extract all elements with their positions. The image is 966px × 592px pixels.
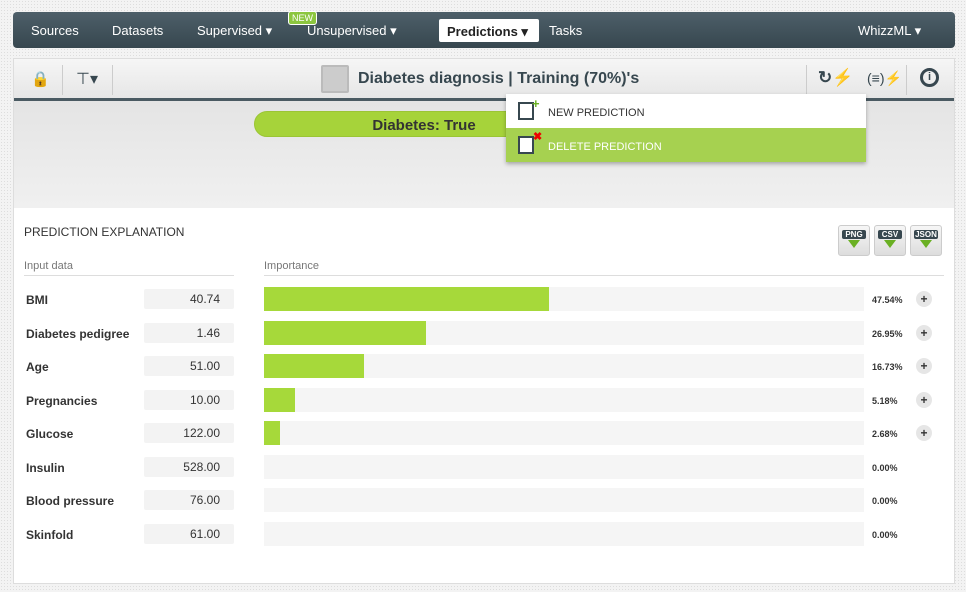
prediction-dropdown-menu: + NEW PREDICTION ✖ DELETE PREDICTION xyxy=(506,94,866,162)
importance-bar xyxy=(264,287,550,311)
field-name: Diabetes pedigree xyxy=(26,326,130,341)
field-name: Age xyxy=(26,360,49,374)
importance-track xyxy=(264,488,864,512)
table-row: Insulin 528.00 0.00% xyxy=(14,454,956,479)
importance-percent: 47.54% xyxy=(872,295,903,305)
importance-track xyxy=(264,354,864,378)
field-name: Pregnancies xyxy=(26,393,98,408)
importance-track xyxy=(264,320,864,345)
nav-datasets[interactable]: Datasets xyxy=(112,23,163,38)
download-png-button[interactable]: PNG xyxy=(838,225,870,256)
expand-button[interactable]: + xyxy=(916,425,932,441)
table-row: Skinfold 61.00 0.00% xyxy=(14,521,956,546)
field-value: 40.74 xyxy=(144,289,234,309)
importance-percent: 5.18% xyxy=(872,395,898,406)
lock-icon[interactable]: 🔒 xyxy=(31,70,50,88)
field-name: Blood pressure xyxy=(26,494,115,508)
nav-unsupervised[interactable]: Unsupervised ▾ xyxy=(307,23,397,39)
expand-button[interactable]: + xyxy=(916,324,932,341)
importance-header: Importance xyxy=(264,260,320,272)
prediction-icon xyxy=(321,65,349,93)
nav-predictions[interactable]: Predictions ▾ xyxy=(439,19,539,42)
importance-track xyxy=(264,521,864,546)
download-csv-button[interactable]: CSV xyxy=(874,225,906,256)
field-value: 51.00 xyxy=(144,356,234,376)
importance-track xyxy=(264,287,864,311)
top-nav: Sources Datasets Supervised ▾ NEW Unsupe… xyxy=(13,11,955,48)
info-icon[interactable]: i xyxy=(920,68,939,87)
field-value: 76.00 xyxy=(144,490,234,510)
importance-track xyxy=(264,421,864,445)
expand-button[interactable]: + xyxy=(916,358,932,374)
download-json-button[interactable]: JSON xyxy=(910,225,942,256)
importance-track xyxy=(264,454,864,479)
table-row: Glucose 122.00 2.68% + xyxy=(14,421,956,445)
explanation-title: PREDICTION EXPLANATION xyxy=(24,225,185,239)
table-row: Blood pressure 76.00 0.00% xyxy=(14,488,956,512)
expand-button[interactable]: + xyxy=(916,291,932,307)
nav-whizzml[interactable]: WhizzML ▾ xyxy=(858,23,921,39)
importance-bar xyxy=(264,387,296,412)
delete-prediction-icon xyxy=(518,136,534,154)
field-value: 528.00 xyxy=(144,456,234,477)
importance-bar xyxy=(264,421,281,445)
field-name: BMI xyxy=(26,293,48,307)
table-row: Diabetes pedigree 1.46 26.95% + xyxy=(14,320,956,345)
importance-percent: 26.95% xyxy=(872,328,903,339)
field-value: 1.46 xyxy=(144,322,234,343)
nav-sources[interactable]: Sources xyxy=(31,23,79,38)
input-data-header: Input data xyxy=(24,260,73,272)
importance-bar xyxy=(264,354,365,378)
importance-percent: 0.00% xyxy=(872,496,898,506)
importance-percent: 2.68% xyxy=(872,429,898,439)
menu-delete-prediction[interactable]: ✖ DELETE PREDICTION xyxy=(506,128,866,162)
field-value: 122.00 xyxy=(144,423,234,443)
importance-track xyxy=(264,387,864,412)
field-name: Skinfold xyxy=(26,527,74,542)
expand-button[interactable]: + xyxy=(916,391,932,408)
field-name: Insulin xyxy=(26,460,65,475)
importance-bar xyxy=(264,320,426,345)
model-tree-icon[interactable]: ⊤▾ xyxy=(76,69,98,89)
batch-prediction-icon[interactable]: (≡)⚡ xyxy=(867,70,902,87)
importance-percent: 0.00% xyxy=(872,462,898,473)
nav-supervised[interactable]: Supervised ▾ xyxy=(197,23,272,39)
table-row: BMI 40.74 47.54% + xyxy=(14,287,956,311)
page-title: Diabetes diagnosis | Training (70%)'s xyxy=(358,70,640,87)
field-value: 10.00 xyxy=(144,389,234,410)
table-row: Pregnancies 10.00 5.18% + xyxy=(14,387,956,412)
table-row: Age 51.00 16.73% + xyxy=(14,354,956,378)
importance-percent: 0.00% xyxy=(872,529,898,540)
nav-tasks[interactable]: Tasks xyxy=(549,23,582,38)
field-name: Glucose xyxy=(26,427,74,441)
menu-new-prediction[interactable]: + NEW PREDICTION xyxy=(506,94,866,128)
field-value: 61.00 xyxy=(144,523,234,544)
prediction-actions-icon[interactable]: ↻⚡ xyxy=(818,68,853,88)
importance-percent: 16.73% xyxy=(872,362,903,372)
